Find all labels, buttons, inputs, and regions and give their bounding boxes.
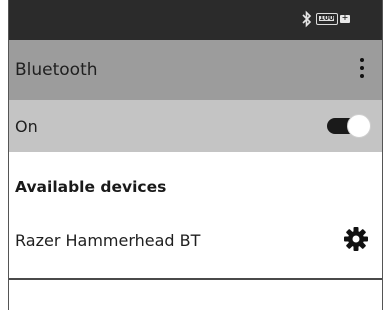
section-header: Available devices: [15, 178, 167, 196]
device-name: Razer Hammerhead BT: [15, 231, 201, 250]
bluetooth-icon: [302, 10, 312, 28]
device-row[interactable]: Razer Hammerhead BT: [9, 216, 382, 266]
more-vert-icon[interactable]: [358, 58, 366, 84]
bluetooth-toggle-row[interactable]: On: [9, 100, 382, 152]
switch-thumb: [347, 114, 371, 138]
gear-icon[interactable]: [343, 226, 369, 252]
divider: [9, 278, 382, 280]
app-bar: Bluetooth: [9, 40, 382, 100]
bluetooth-switch[interactable]: [327, 114, 371, 138]
phone-screen: 100 + Bluetooth On Available devices Raz…: [8, 0, 383, 310]
battery-icon: 100: [316, 13, 338, 25]
toggle-label: On: [15, 117, 38, 136]
battery-level: 100: [319, 14, 334, 22]
battery-tip-symbol: +: [341, 13, 349, 22]
status-bar: 100 +: [9, 0, 382, 40]
battery-charging-tip: +: [340, 13, 350, 23]
page-title: Bluetooth: [15, 60, 98, 80]
